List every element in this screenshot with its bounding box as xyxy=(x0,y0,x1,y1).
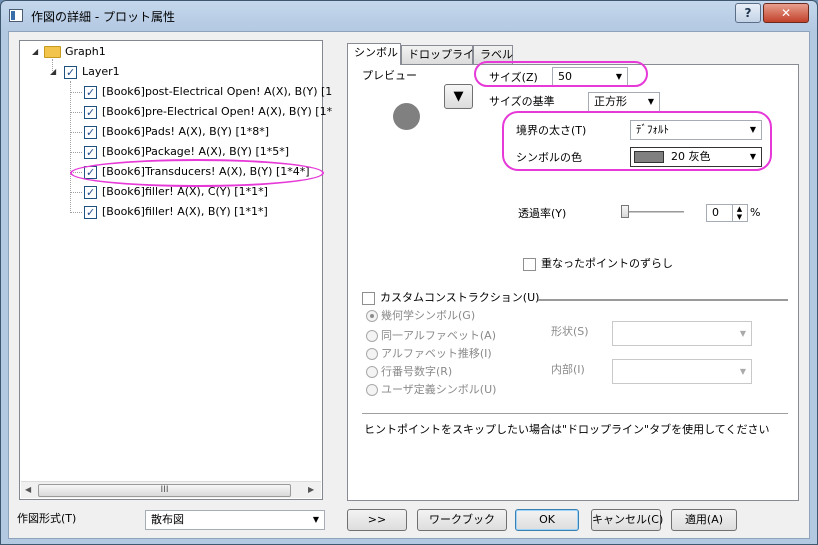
ok-button[interactable]: OK xyxy=(515,509,579,531)
window-title: 作図の詳細 - プロット属性 xyxy=(31,10,175,24)
collapse-icon[interactable]: ◢ xyxy=(32,47,38,56)
horizontal-scrollbar[interactable]: ◀ III ▶ xyxy=(21,481,321,498)
chevron-down-icon: ▼ xyxy=(739,329,746,338)
tree-plot-label: [Book6]filler! A(X), B(Y) [1*1*] xyxy=(102,205,268,218)
tree-line xyxy=(70,192,82,193)
collapse-icon[interactable]: ◢ xyxy=(50,67,56,76)
workbook-button[interactable]: ワークブック xyxy=(417,509,507,531)
app-icon xyxy=(9,9,23,22)
folder-icon xyxy=(44,46,61,58)
radio-same-letter-label: 同一アルファベット(A) xyxy=(381,329,496,342)
tree-plot-label: [Book6]pre-Electrical Open! A(X), B(Y) [… xyxy=(102,105,333,118)
help-button[interactable]: ? xyxy=(735,3,761,23)
scroll-left-icon[interactable]: ◀ xyxy=(25,485,31,494)
tree-item-graph1[interactable]: Graph1 xyxy=(44,43,106,61)
shape-combo[interactable]: ▼ xyxy=(612,321,752,346)
shape-label: 形状(S) xyxy=(551,325,589,338)
tree-line xyxy=(70,92,82,93)
tree-line xyxy=(70,132,82,133)
custom-construction-checkbox[interactable]: カスタムコンストラクション(U) xyxy=(362,289,539,305)
radio-button[interactable] xyxy=(366,384,378,396)
more-button[interactable]: >> xyxy=(347,509,407,531)
tree-plot-label: [Book6]Package! A(X), B(Y) [1*5*] xyxy=(102,145,290,158)
scroll-right-icon[interactable]: ▶ xyxy=(308,485,314,494)
tree-plot-label: [Book6]post-Electrical Open! A(X), B(Y) … xyxy=(102,85,333,98)
size-basis-combo[interactable]: 正方形 ▼ xyxy=(588,92,660,112)
size-basis-label: サイズの基準 xyxy=(489,95,555,108)
tree-item-plot[interactable]: [Book6]filler! A(X), B(Y) [1*1*] xyxy=(84,203,268,222)
chevron-down-icon: ▼ xyxy=(739,367,746,376)
radio-button[interactable] xyxy=(366,330,378,342)
transparency-slider-thumb[interactable] xyxy=(621,205,629,218)
tree-plot-label: [Book6]Pads! A(X), B(Y) [1*8*] xyxy=(102,125,270,138)
chevron-down-icon: ▼ xyxy=(647,97,654,106)
apply-button[interactable]: 適用(A) xyxy=(671,509,737,531)
radio-row-number-label: 行番号数字(R) xyxy=(381,365,453,378)
plot-tree[interactable]: ◢ Graph1 ◢ Layer1 [Book6]post-Electrical… xyxy=(19,40,332,500)
plot-type-value: 散布図 xyxy=(151,513,184,526)
close-button[interactable]: ✕ xyxy=(763,3,809,23)
radio-user-defined[interactable]: ユーザ定義シンボル(U) xyxy=(366,381,496,397)
symbol-preview-circle xyxy=(393,103,420,130)
radio-same-letter[interactable]: 同一アルファベット(A) xyxy=(366,327,496,343)
checkbox-box[interactable] xyxy=(523,257,536,271)
layer-checkbox[interactable] xyxy=(64,64,77,82)
offset-label: 重なったポイントのずらし xyxy=(541,257,673,270)
interior-label: 内部(I) xyxy=(551,363,585,376)
tab-symbol[interactable]: シンボル xyxy=(347,43,401,65)
radio-letter-increment[interactable]: アルファベット推移(I) xyxy=(366,345,492,361)
radio-user-defined-label: ユーザ定義シンボル(U) xyxy=(381,383,497,396)
dialog-client: ◢ Graph1 ◢ Layer1 [Book6]post-Electrical… xyxy=(8,31,810,539)
interior-combo[interactable]: ▼ xyxy=(612,359,752,384)
cancel-button[interactable]: キャンセル(C) xyxy=(591,509,663,531)
radio-letter-increment-label: アルファベット推移(I) xyxy=(381,347,492,360)
radio-geometric-label: 幾何学シンボル(G) xyxy=(381,309,476,322)
transparency-slider-track[interactable] xyxy=(626,211,684,213)
tree-item-layer1[interactable]: Layer1 xyxy=(64,63,120,82)
highlight-annotation xyxy=(502,111,772,171)
tree-layer-label: Layer1 xyxy=(82,65,120,78)
size-basis-value: 正方形 xyxy=(594,95,627,108)
plot-checkbox[interactable] xyxy=(84,104,97,122)
plot-checkbox[interactable] xyxy=(84,184,97,202)
symbol-shape-button[interactable]: ▼ xyxy=(444,84,473,109)
tree-line xyxy=(70,152,82,153)
radio-button[interactable] xyxy=(366,310,378,322)
transparency-unit: % xyxy=(750,206,761,219)
title-bar[interactable]: 作図の詳細 - プロット属性 ? ✕ xyxy=(1,1,817,31)
symbol-tab-panel: プレビュー ▼ サイズ(Z) 50 ▼ サイズの基準 正方形 ▼ 境界の太さ(T… xyxy=(347,61,799,501)
chevron-down-icon: ▼ xyxy=(312,515,319,524)
transparency-spinner[interactable]: ▲ ▼ xyxy=(732,205,746,221)
transparency-label: 透過率(Y) xyxy=(518,207,567,220)
radio-geometric[interactable]: 幾何学シンボル(G) xyxy=(366,307,475,323)
tree-item-plot[interactable]: [Book6]Pads! A(X), B(Y) [1*8*] xyxy=(84,123,270,142)
dialog-window: 作図の詳細 - プロット属性 ? ✕ ◢ Graph1 ◢ Layer1 [Bo… xyxy=(0,0,818,545)
plot-type-select[interactable]: 散布図 ▼ xyxy=(145,510,325,530)
plot-checkbox[interactable] xyxy=(84,84,97,102)
plot-checkbox[interactable] xyxy=(84,144,97,162)
radio-button[interactable] xyxy=(366,366,378,378)
tree-item-plot[interactable]: [Book6]post-Electrical Open! A(X), B(Y) … xyxy=(84,83,333,102)
custom-construction-label: カスタムコンストラクション(U) xyxy=(380,291,540,304)
radio-button[interactable] xyxy=(366,348,378,360)
checkbox-box[interactable] xyxy=(362,291,375,305)
scrollbar-thumb[interactable]: III xyxy=(38,484,291,497)
highlight-annotation xyxy=(70,159,324,187)
transparency-value: 0 xyxy=(712,206,719,219)
plot-checkbox[interactable] xyxy=(84,204,97,222)
offset-overlap-checkbox[interactable]: 重なったポイントのずらし xyxy=(523,255,673,271)
tree-line xyxy=(70,212,82,213)
plot-type-label: 作図形式(T) xyxy=(17,512,77,525)
preview-label: プレビュー xyxy=(362,69,417,82)
separator xyxy=(362,413,788,414)
tree-line xyxy=(70,112,82,113)
highlight-annotation xyxy=(474,61,648,87)
tree-item-plot[interactable]: [Book6]pre-Electrical Open! A(X), B(Y) [… xyxy=(84,103,333,122)
plot-checkbox[interactable] xyxy=(84,124,97,142)
hint-text: ヒントポイントをスキップしたい場合は"ドロップライン"タブを使用してください xyxy=(364,423,770,436)
separator xyxy=(538,299,788,301)
radio-row-number[interactable]: 行番号数字(R) xyxy=(366,363,452,379)
tab-dropline[interactable]: ドロップライン xyxy=(401,45,485,64)
tree-root-label: Graph1 xyxy=(65,45,106,58)
